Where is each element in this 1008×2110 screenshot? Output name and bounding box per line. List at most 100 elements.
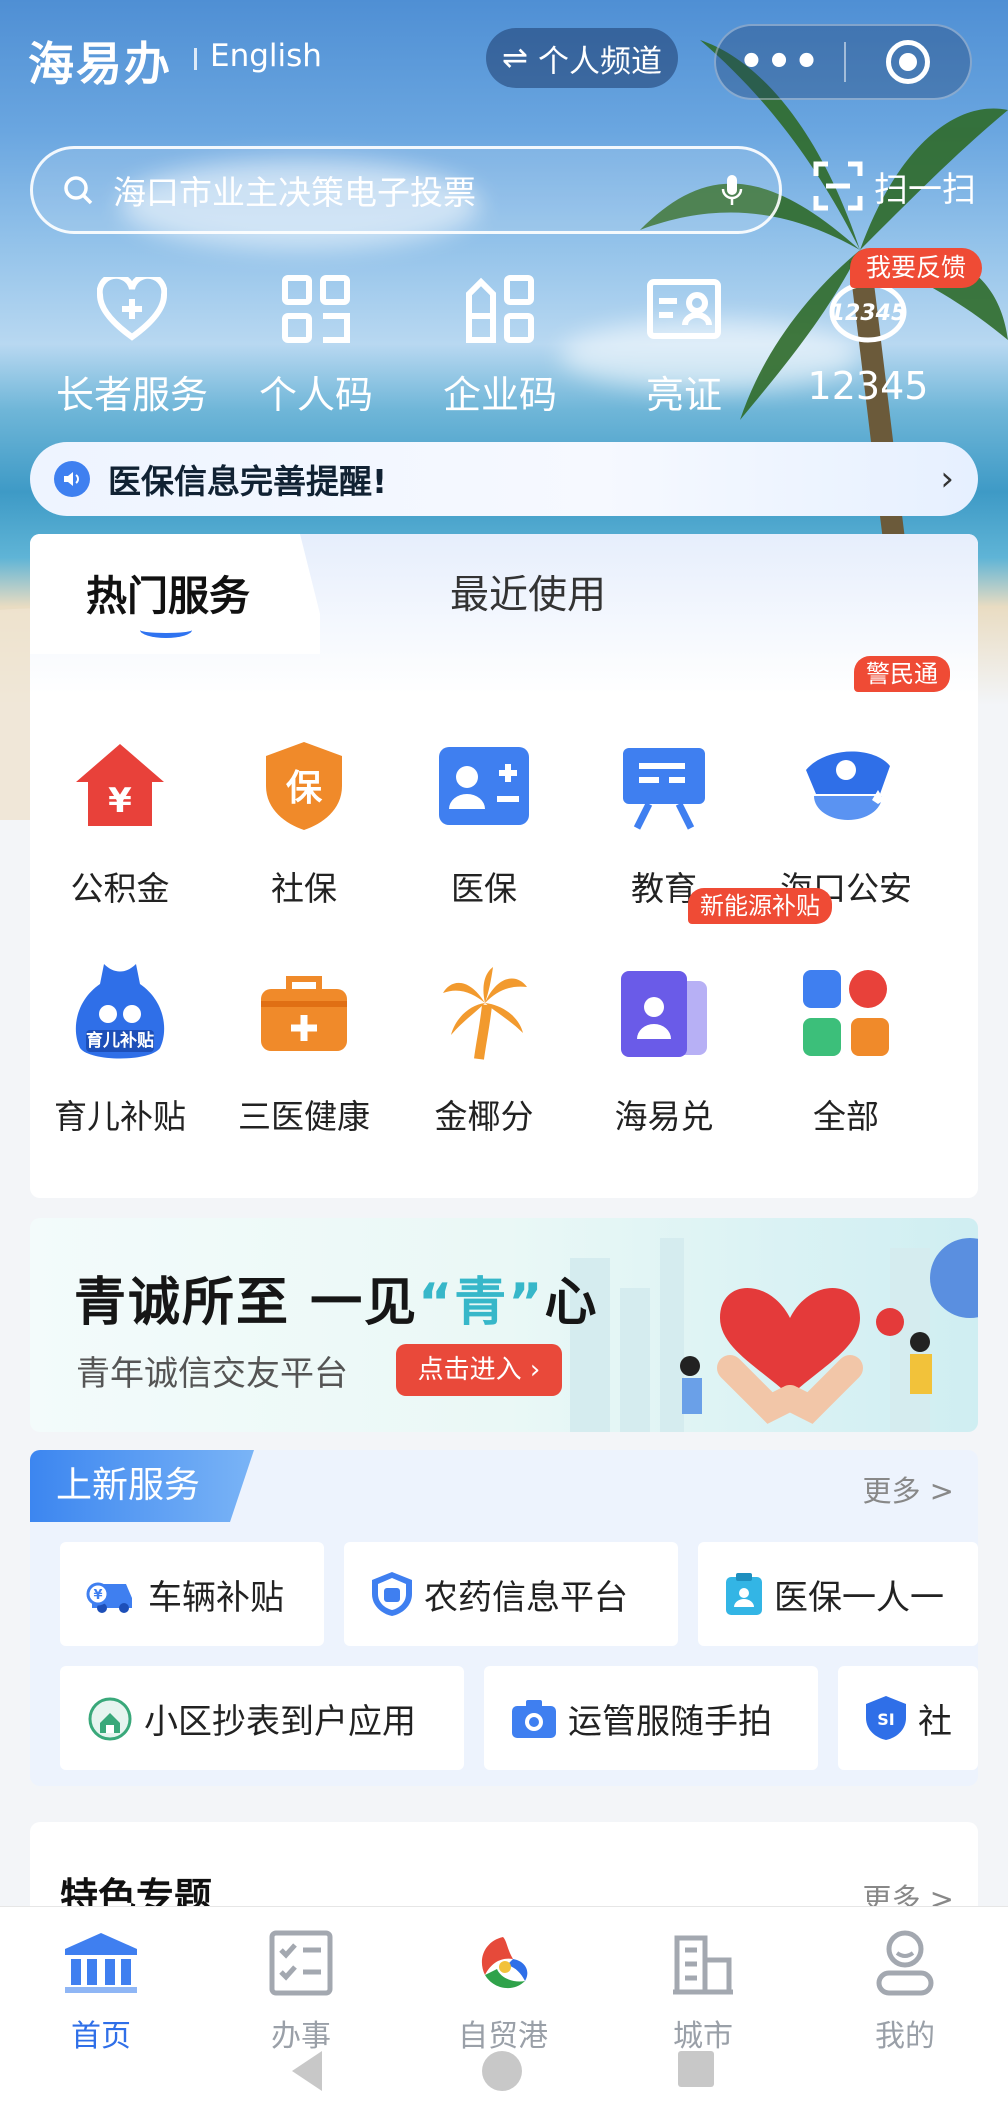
new-service-social[interactable]: SI 社 bbox=[838, 1666, 978, 1770]
microphone-icon[interactable] bbox=[721, 173, 743, 207]
chevron-right-icon: › bbox=[940, 459, 954, 499]
all-apps-icon bbox=[803, 970, 889, 1056]
quick-item-label: 亮证 bbox=[645, 373, 722, 417]
service-childcare-subsidy[interactable]: 育儿补贴 育儿补贴 bbox=[30, 958, 210, 1138]
quick-item-label: 个人码 bbox=[258, 373, 373, 417]
svg-text:¥: ¥ bbox=[108, 781, 132, 821]
scan-button[interactable]: 扫一扫 bbox=[812, 160, 976, 212]
service-tag-police: 警民通 bbox=[854, 656, 950, 692]
new-service-label: 运管服随手拍 bbox=[568, 1701, 772, 1742]
nav-city[interactable]: 城市 bbox=[628, 1921, 778, 2055]
camera-icon bbox=[512, 1700, 556, 1738]
search-bar[interactable]: 海口市业主决策电子投票 bbox=[30, 146, 782, 234]
car-subsidy-icon: ¥ bbox=[86, 1582, 132, 1613]
service-label: 社保 bbox=[271, 869, 337, 908]
quick-item-label: 长者服务 bbox=[55, 373, 208, 417]
banner-subtitle: 青年诚信交友平台 bbox=[76, 1354, 348, 1394]
new-service-meter-reading[interactable]: 小区抄表到户应用 bbox=[60, 1666, 464, 1770]
new-services-title: 上新服务 bbox=[30, 1450, 254, 1522]
childcare-badge-text: 育儿补贴 bbox=[86, 1030, 154, 1051]
service-haikou-police[interactable]: 海口公安 bbox=[756, 730, 936, 910]
clipboard-icon bbox=[726, 1573, 762, 1615]
banner-title-part: 青诚所至 一见 bbox=[74, 1273, 419, 1333]
system-nav-bar bbox=[0, 2049, 1008, 2105]
more-dots-icon[interactable]: ••• bbox=[716, 32, 844, 92]
tab-recent[interactable]: 最近使用 bbox=[450, 564, 606, 620]
banner-title: 青诚所至 一见“青”心 bbox=[74, 1260, 598, 1335]
svg-text:12345: 12345 bbox=[830, 301, 907, 326]
bottom-navigation: 首页 办事 自贸港 城市 我的 bbox=[0, 1906, 1008, 2110]
quick-item-label: 12345 bbox=[807, 364, 929, 408]
city-icon bbox=[673, 1935, 733, 1995]
app-logo: 海易办 bbox=[28, 37, 172, 91]
service-tag-ev-subsidy: 新能源补贴 bbox=[688, 888, 832, 924]
childcare-subsidy-icon bbox=[75, 964, 165, 1059]
search-input[interactable]: 海口市业主决策电子投票 bbox=[113, 166, 721, 214]
medical-insurance-icon bbox=[439, 747, 529, 825]
service-golden-coconut[interactable]: 金椰分 bbox=[394, 958, 574, 1138]
recents-square-icon[interactable] bbox=[676, 2049, 716, 2089]
new-service-label: 车辆补贴 bbox=[148, 1577, 284, 1618]
nav-free-trade-port[interactable]: 自贸港 bbox=[428, 1921, 578, 2055]
language-switch[interactable]: English bbox=[210, 38, 322, 74]
quick-item-12345[interactable]: 12345 12345 bbox=[778, 270, 958, 408]
housing-fund-icon: ¥ bbox=[76, 744, 164, 826]
new-service-pesticide-platform[interactable]: 农药信息平台 bbox=[344, 1542, 678, 1646]
switch-arrows-icon: ⇌ bbox=[502, 40, 528, 76]
service-label: 医保 bbox=[451, 869, 517, 908]
nav-home[interactable]: 首页 bbox=[26, 1921, 176, 2055]
personal-channel-button[interactable]: ⇌ 个人频道 bbox=[486, 28, 678, 88]
service-tabs: 热门服务 最近使用 bbox=[30, 534, 978, 694]
service-three-medical-health[interactable]: 三医健康 bbox=[214, 958, 394, 1138]
quick-item-elder[interactable]: 长者服务 bbox=[42, 270, 222, 419]
service-housing-fund[interactable]: ¥ 公积金 bbox=[30, 730, 210, 910]
medical-kit-icon bbox=[261, 976, 347, 1051]
coconut-tree-icon bbox=[443, 967, 527, 1060]
education-icon bbox=[623, 748, 705, 830]
new-service-label: 农药信息平台 bbox=[424, 1577, 628, 1618]
search-icon bbox=[64, 176, 93, 205]
quick-item-personal-code[interactable]: 个人码 bbox=[226, 270, 406, 419]
service-label: 三医健康 bbox=[238, 1097, 370, 1136]
close-target-button[interactable] bbox=[846, 40, 970, 84]
home-icon bbox=[65, 1933, 137, 1993]
svg-text:SI: SI bbox=[877, 1710, 894, 1729]
profile-icon bbox=[876, 1930, 934, 1996]
service-label: 公积金 bbox=[70, 869, 170, 908]
service-label: 海易兑 bbox=[614, 1097, 714, 1136]
svg-text:保: 保 bbox=[286, 768, 323, 809]
quick-item-show-id[interactable]: 亮证 bbox=[594, 270, 774, 419]
service-medical-insurance[interactable]: 医保 bbox=[394, 730, 574, 910]
nav-tasks[interactable]: 办事 bbox=[226, 1921, 376, 2055]
home-circle-icon[interactable] bbox=[480, 2049, 524, 2093]
logo-divider bbox=[194, 48, 197, 70]
notice-text: 医保信息完善提醒! bbox=[108, 462, 388, 501]
feedback-tag[interactable]: 我要反馈 bbox=[850, 248, 983, 288]
scan-icon bbox=[813, 161, 863, 211]
new-service-transport-snapshot[interactable]: 运管服随手拍 bbox=[484, 1666, 818, 1770]
quick-item-enterprise-code[interactable]: 企业码 bbox=[410, 270, 590, 419]
new-service-medical-one-person[interactable]: 医保一人一 bbox=[698, 1542, 978, 1646]
tab-hot-services[interactable]: 热门服务 bbox=[86, 562, 250, 622]
service-education[interactable]: 教育 bbox=[574, 730, 754, 910]
hot-services-card: 热门服务 最近使用 ¥ 公积金 保 社保 医保 教育 海口公安 警民通 育儿补贴… bbox=[30, 534, 978, 1198]
banner-title-highlight: “青” bbox=[418, 1273, 545, 1333]
personal-code-icon bbox=[282, 275, 350, 343]
new-service-vehicle-subsidy[interactable]: ¥ 车辆补贴 bbox=[60, 1542, 324, 1646]
notice-bar[interactable]: 医保信息完善提醒! › bbox=[30, 442, 978, 516]
banner-enter-button[interactable]: 点击进入 › bbox=[396, 1344, 562, 1396]
target-icon bbox=[886, 40, 930, 84]
banner-button-label: 点击进入 bbox=[417, 1355, 522, 1385]
nav-profile[interactable]: 我的 bbox=[830, 1921, 980, 2055]
new-services-more-link[interactable]: 更多 > bbox=[862, 1468, 954, 1510]
svg-text:¥: ¥ bbox=[93, 1588, 102, 1603]
service-all[interactable]: 全部 bbox=[756, 958, 936, 1138]
heart-plus-icon bbox=[97, 277, 167, 341]
promo-banner[interactable]: 青诚所至 一见“青”心 青年诚信交友平台 点击进入 › bbox=[30, 1218, 978, 1432]
service-label: 育儿补贴 bbox=[54, 1097, 186, 1136]
speaker-icon bbox=[54, 461, 90, 497]
service-social-security[interactable]: 保 社保 bbox=[214, 730, 394, 910]
back-triangle-icon[interactable] bbox=[288, 2049, 324, 2093]
service-hai-yi-dui[interactable]: 海易兑 bbox=[574, 958, 754, 1138]
police-icon bbox=[806, 751, 890, 820]
